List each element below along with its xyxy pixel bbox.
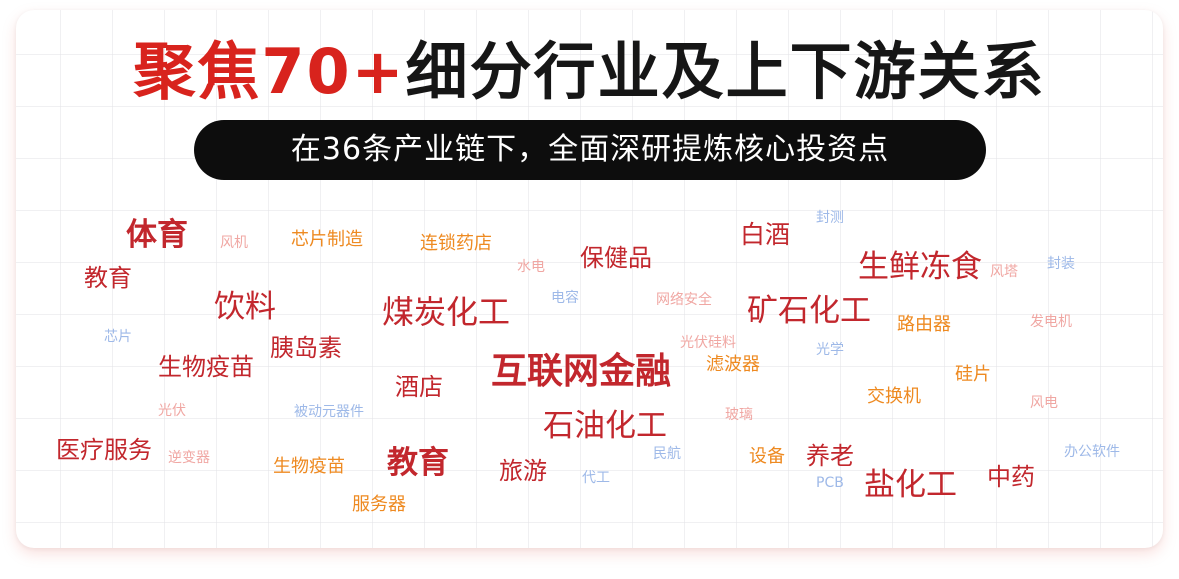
keyword: 交换机 xyxy=(867,386,921,407)
keyword: 盐化工 xyxy=(864,467,957,503)
keyword: 饮料 xyxy=(214,289,276,325)
keyword: 保健品 xyxy=(580,244,652,272)
keyword: 教育 xyxy=(84,264,132,292)
keyword: 芯片制造 xyxy=(291,229,363,250)
keyword: 光伏 xyxy=(158,403,186,419)
subtitle-banner: 在36条产业链下，全面深研提炼核心投资点 xyxy=(194,120,986,180)
keyword: 代工 xyxy=(582,470,610,486)
keyword: 养老 xyxy=(806,442,854,470)
keyword: 被动元器件 xyxy=(294,404,364,420)
keyword: 煤炭化工 xyxy=(382,293,511,331)
keyword: 硅片 xyxy=(955,364,991,385)
keyword: 民航 xyxy=(653,446,681,462)
keyword: 封测 xyxy=(816,210,844,226)
keyword: 酒店 xyxy=(395,373,443,401)
keyword: 光伏硅料 xyxy=(680,335,736,351)
keyword: 风塔 xyxy=(990,264,1018,280)
keyword: 发电机 xyxy=(1030,314,1072,330)
headline: 聚焦70+细分行业及上下游关系 xyxy=(0,34,1179,110)
keyword: 风电 xyxy=(1030,395,1058,411)
keyword: 石油化工 xyxy=(543,408,667,444)
keyword: 水电 xyxy=(517,259,545,275)
keyword: 教育 xyxy=(387,445,449,481)
keyword: 封装 xyxy=(1047,256,1075,272)
keyword: 设备 xyxy=(749,446,785,467)
keyword: 体育 xyxy=(126,217,188,253)
keyword: 办公软件 xyxy=(1064,444,1120,460)
keyword: 白酒 xyxy=(740,220,791,249)
keyword: 生鲜冻食 xyxy=(858,249,982,285)
keyword: 网络安全 xyxy=(656,292,712,308)
keyword: 逆变器 xyxy=(168,450,210,466)
keyword: 光学 xyxy=(816,342,844,358)
keyword: 服务器 xyxy=(352,494,406,515)
keyword: 生物疫苗 xyxy=(273,456,345,477)
keyword: 连锁药店 xyxy=(420,233,492,254)
keyword: 滤波器 xyxy=(706,354,760,375)
keyword: 旅游 xyxy=(499,457,547,485)
keyword: 胰岛素 xyxy=(270,334,342,362)
keyword: 风机 xyxy=(220,235,248,251)
keyword: 生物疫苗 xyxy=(158,353,254,381)
keyword: 路由器 xyxy=(897,314,951,335)
keyword: 矿石化工 xyxy=(747,293,871,329)
keyword: 中药 xyxy=(987,463,1035,491)
keyword: 电容 xyxy=(551,290,579,306)
keyword: 互联网金融 xyxy=(491,351,672,392)
keyword: PCB xyxy=(816,475,844,491)
keyword: 医疗服务 xyxy=(56,436,152,464)
keyword: 玻璃 xyxy=(725,407,753,423)
headline-rest: 细分行业及上下游关系 xyxy=(405,35,1046,108)
keyword: 芯片 xyxy=(104,329,132,345)
headline-highlight: 聚焦70+ xyxy=(133,35,406,108)
